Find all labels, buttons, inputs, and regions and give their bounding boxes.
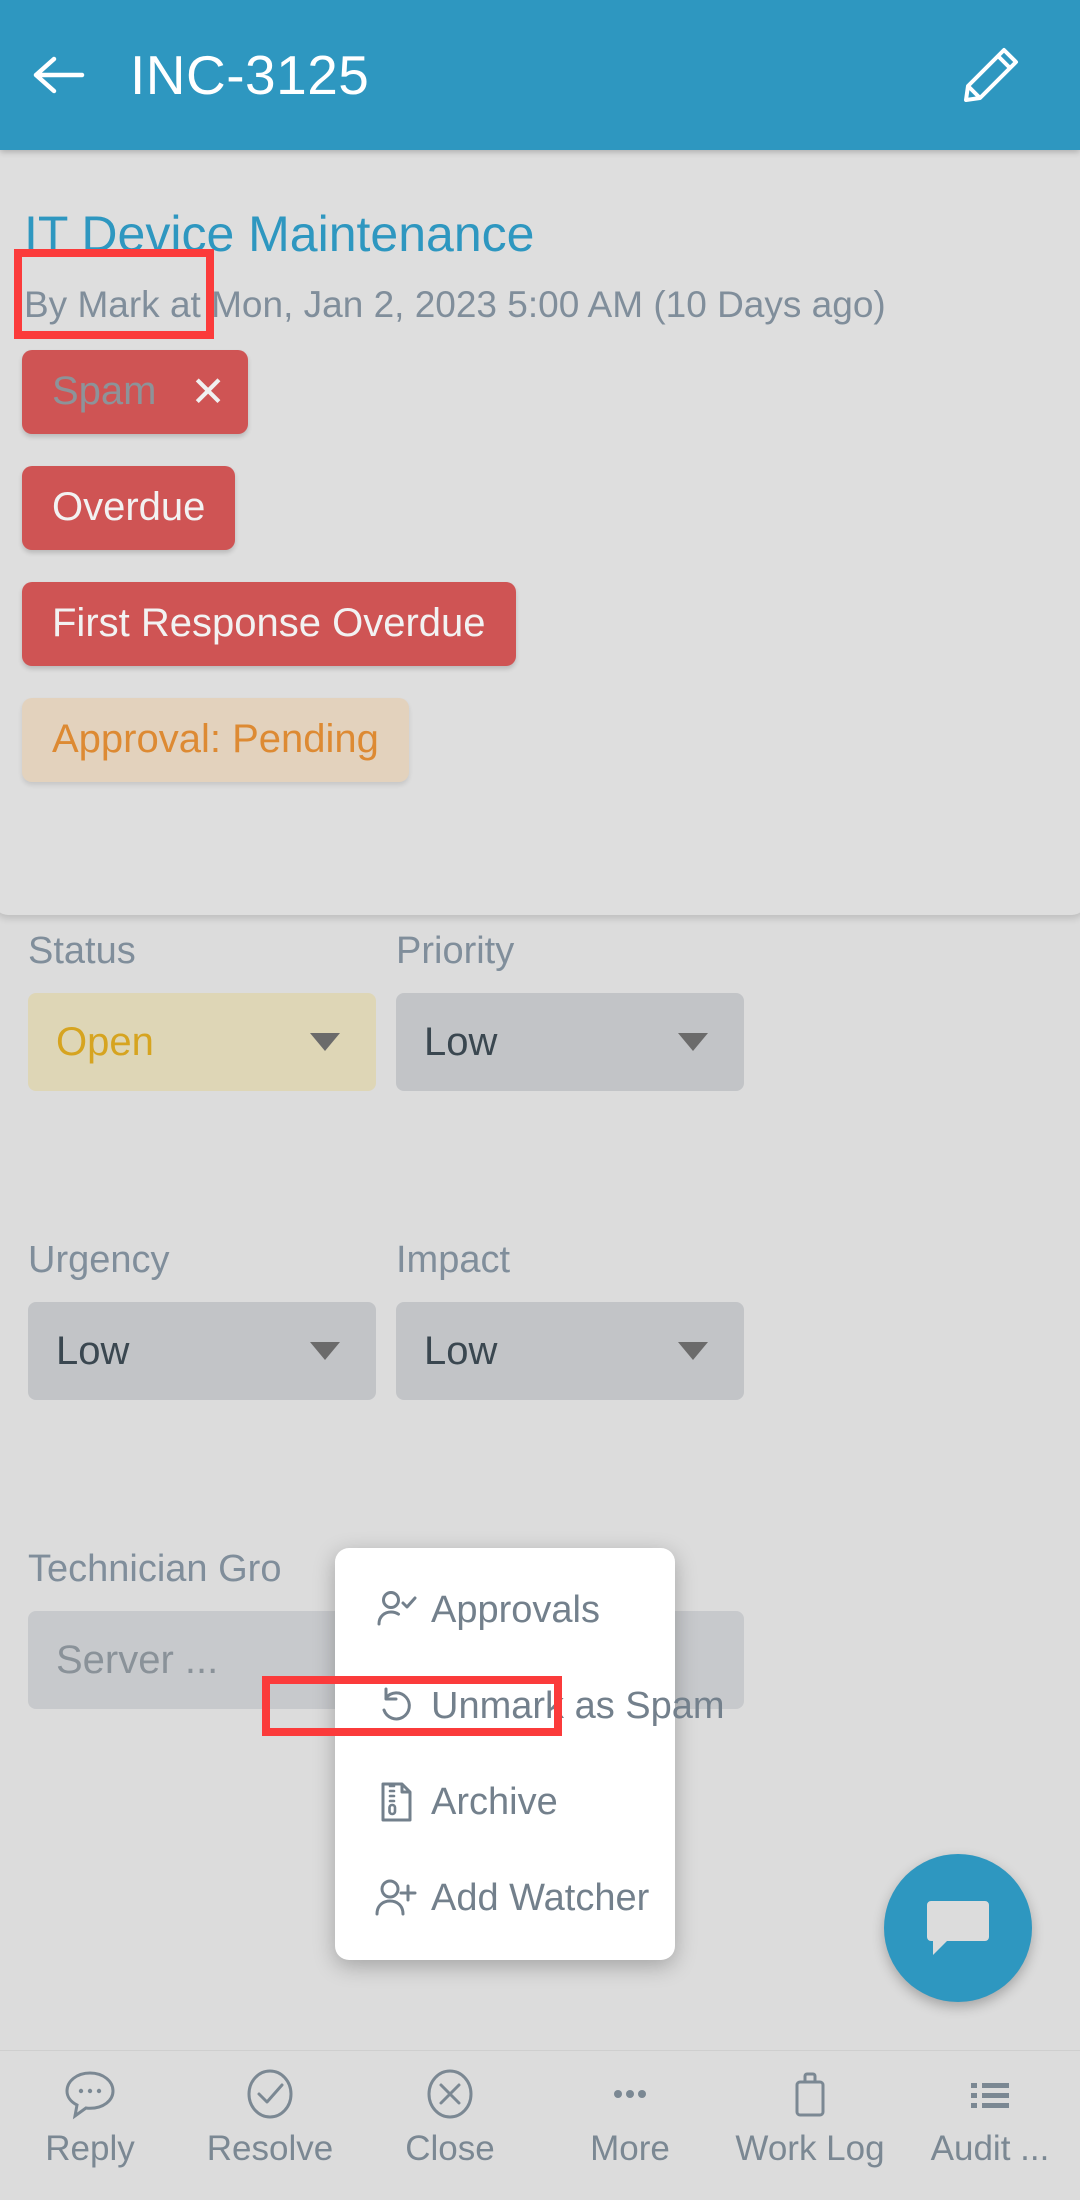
field-urgency: Urgency Low [28,1239,376,1400]
toolbar-item-reply[interactable]: Reply [0,2051,180,2169]
status-dropdown[interactable]: Open [28,993,376,1091]
technician-group-value: Server ... [56,1637,219,1682]
toolbar-item-resolve[interactable]: Resolve [180,2051,360,2169]
field-status: Status Open [28,930,376,1091]
tag-row-first-response: First Response Overdue [22,581,1080,666]
comment-dots-icon [62,2065,118,2123]
toolbar-item-work-log[interactable]: Work Log [720,2051,900,2169]
x-circle-icon [422,2065,478,2123]
menu-item-archive-label: Archive [431,1780,558,1823]
status-badge-spam[interactable]: Spam ✕ [22,349,248,434]
urgency-dropdown[interactable]: Low [28,1302,376,1400]
status-badge-first-response-overdue[interactable]: First Response Overdue [22,581,516,666]
chat-bubble-icon [921,1893,995,1963]
pencil-icon [960,44,1022,106]
status-dropdown-value: Open [56,1019,154,1064]
toolbar-item-close[interactable]: Close [360,2051,540,2169]
toolbar-item-more[interactable]: More [540,2051,720,2169]
arrow-left-icon [32,51,88,99]
app-header: INC-3125 [0,0,1080,150]
list-icon [962,2065,1018,2123]
page-title: INC-3125 [130,44,370,106]
tag-row-spam: Spam ✕ [22,349,1080,434]
chat-fab-button[interactable] [884,1854,1032,2002]
toolbar-item-resolve-label: Resolve [206,2129,334,2168]
status-badge-overdue[interactable]: Overdue [22,465,236,550]
user-plus-icon [373,1875,419,1921]
chevron-down-icon [310,1342,340,1360]
priority-dropdown-value: Low [424,1019,498,1064]
field-urgency-label: Urgency [28,1239,170,1281]
toolbar-item-reply-label: Reply [45,2129,135,2168]
status-badge-overdue-label: Overdue [52,485,206,529]
menu-item-unmark-as-spam[interactable]: Unmark as Spam [335,1670,725,1742]
field-impact: Impact Low [396,1239,744,1400]
edit-button[interactable] [936,0,1046,150]
toolbar-item-audit-label: Audit ... [930,2129,1050,2168]
field-row-2: Urgency Low Impact Low [0,1239,1080,1400]
toolbar-item-audit[interactable]: Audit ... [900,2051,1080,2169]
archive-file-icon [373,1779,419,1825]
check-circle-icon [242,2065,298,2123]
context-menu: Approvals Unmark as Spam Archive Add Wat… [335,1548,725,1960]
tag-row-overdue: Overdue [22,465,1080,550]
briefcase-icon [782,2065,838,2123]
tag-row-approval: Approval: Pending [22,697,1080,782]
user-check-icon [373,1587,419,1633]
menu-item-approvals[interactable]: Approvals [335,1574,675,1646]
menu-item-add-watcher[interactable]: Add Watcher [335,1862,675,1934]
field-priority-label: Priority [396,930,515,972]
field-row-1: Status Open Priority Low [0,930,1080,1091]
priority-dropdown[interactable]: Low [396,993,744,1091]
undo-icon [373,1683,419,1729]
status-badge-spam-label: Spam [52,369,157,413]
ticket-summary-card: IT Device Maintenance By Mark at Mon, Ja… [0,150,1080,915]
toolbar-item-more-label: More [590,2129,670,2168]
urgency-dropdown-value: Low [56,1328,130,1373]
ticket-meta: By Mark at Mon, Jan 2, 2023 5:00 AM (10 … [24,283,886,325]
menu-item-add-watcher-label: Add Watcher [431,1876,650,1919]
menu-item-approvals-label: Approvals [431,1588,600,1631]
chevron-down-icon [678,1033,708,1051]
menu-item-archive[interactable]: Archive [335,1766,675,1838]
toolbar-item-close-label: Close [405,2129,495,2168]
field-priority: Priority Low [396,930,744,1091]
toolbar-item-work-log-label: Work Log [735,2129,885,2168]
menu-item-unmark-as-spam-label: Unmark as Spam [431,1684,725,1727]
back-button[interactable] [0,0,120,150]
chevron-down-icon [310,1033,340,1051]
bottom-toolbar: Reply Resolve Close More Work Log Audit … [0,2050,1080,2200]
close-icon[interactable]: ✕ [191,370,226,413]
field-impact-label: Impact [396,1239,511,1281]
status-badge-approval-pending-label: Approval: Pending [52,717,379,761]
ellipsis-icon [602,2065,658,2123]
impact-dropdown-value: Low [424,1328,498,1373]
ticket-subject: IT Device Maintenance [24,206,535,262]
chevron-down-icon [678,1342,708,1360]
field-status-label: Status [28,930,136,972]
impact-dropdown[interactable]: Low [396,1302,744,1400]
status-badge-approval-pending[interactable]: Approval: Pending [22,697,409,782]
app-screen: INC-3125 IT Device Maintenance By Mark a… [0,0,1080,2200]
status-badge-first-response-overdue-label: First Response Overdue [52,601,486,645]
